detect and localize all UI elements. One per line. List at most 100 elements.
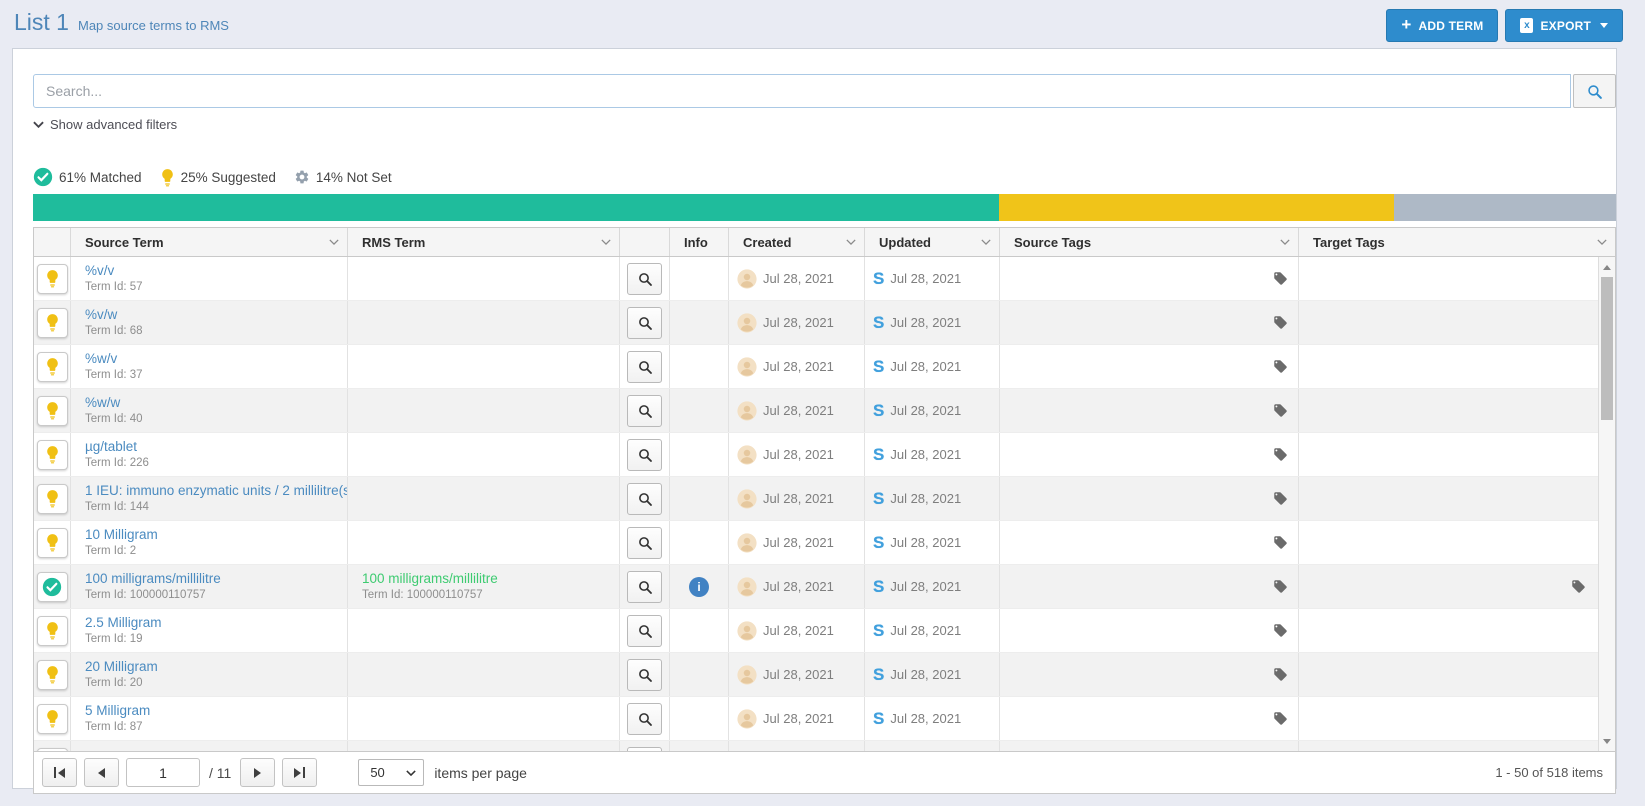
column-header-created[interactable]: Created [729, 228, 865, 256]
suggested-status-button[interactable] [37, 616, 68, 646]
first-page-button[interactable] [42, 758, 77, 787]
source-term-link[interactable]: µg/tablet [85, 440, 137, 455]
next-page-button[interactable] [240, 758, 275, 787]
tag-icon[interactable] [1273, 447, 1288, 462]
source-term-link[interactable]: 2.5 Milligram [85, 616, 162, 631]
source-term-id: Term Id: 19 [85, 634, 143, 646]
row-search-button[interactable] [627, 659, 662, 691]
tag-icon[interactable] [1273, 623, 1288, 638]
user-avatar-icon [737, 401, 757, 421]
column-header-label: Target Tags [1313, 235, 1385, 250]
page-number-input[interactable] [126, 758, 200, 787]
source-term-link[interactable]: 10 Milligram [85, 528, 158, 543]
tag-icon[interactable] [1273, 359, 1288, 374]
row-search-button[interactable] [627, 571, 662, 603]
suggested-status-button[interactable] [37, 352, 68, 382]
lightbulb-icon [45, 401, 60, 420]
advanced-filters-label: Show advanced filters [50, 117, 177, 132]
lightbulb-icon [45, 489, 60, 508]
row-search-button[interactable] [627, 527, 662, 559]
user-avatar-icon [737, 665, 757, 685]
search-icon [637, 447, 653, 463]
tag-icon[interactable] [1273, 491, 1288, 506]
column-header-target-tags[interactable]: Target Tags [1299, 228, 1615, 256]
row-search-button[interactable] [627, 747, 662, 752]
matched-status-button[interactable] [37, 572, 68, 602]
previous-page-button[interactable] [84, 758, 119, 787]
source-term-link[interactable]: 1 IEU: immuno enzymatic units / 2 millil… [85, 484, 348, 499]
tag-icon[interactable] [1273, 271, 1288, 286]
tag-icon[interactable] [1273, 403, 1288, 418]
row-search-button[interactable] [627, 263, 662, 295]
sort-chevron-icon [1597, 239, 1607, 245]
suggested-status-button[interactable] [37, 748, 68, 752]
advanced-filters-toggle[interactable]: Show advanced filters [33, 117, 177, 132]
row-search-button[interactable] [627, 307, 662, 339]
legend-label: 61% Matched [59, 170, 142, 185]
search-icon [637, 711, 653, 727]
tag-icon[interactable] [1273, 315, 1288, 330]
scrollbar-down-arrow[interactable] [1599, 733, 1615, 749]
info-icon[interactable]: i [689, 577, 709, 597]
suggested-status-button[interactable] [37, 396, 68, 426]
updated-date: Jul 28, 2021 [890, 403, 961, 418]
scrollbar-thumb[interactable] [1601, 277, 1613, 420]
suggested-status-button[interactable] [37, 528, 68, 558]
items-per-page-select[interactable]: 50 [358, 759, 424, 786]
check-circle-icon [42, 577, 62, 597]
row-search-button[interactable] [627, 615, 662, 647]
source-term-link[interactable]: %v/w [85, 308, 117, 323]
suggested-status-button[interactable] [37, 704, 68, 734]
column-header-updated[interactable]: Updated [865, 228, 1000, 256]
source-term-link[interactable]: 100 milligrams/millilitre [85, 572, 221, 587]
row-search-button[interactable] [627, 483, 662, 515]
export-button[interactable]: x EXPORT [1505, 9, 1623, 42]
table-row: %v/w Term Id: 68Jul 28, 2021SJul 28, 202… [34, 301, 1600, 345]
row-search-button[interactable] [627, 395, 662, 427]
lightbulb-icon [45, 709, 60, 728]
source-term-link[interactable]: 20 Milligram [85, 660, 158, 675]
search-button[interactable] [1573, 74, 1616, 108]
suggested-status-button[interactable] [37, 308, 68, 338]
check-circle-icon [33, 167, 53, 187]
add-term-button[interactable]: + ADD TERM [1386, 9, 1498, 42]
last-page-button[interactable] [282, 758, 317, 787]
row-search-button[interactable] [627, 439, 662, 471]
table-scrollbar[interactable] [1598, 257, 1615, 751]
source-term-link[interactable]: %w/w [85, 396, 120, 411]
column-header-rms-term[interactable]: RMS Term [348, 228, 620, 256]
row-search-button[interactable] [627, 703, 662, 735]
source-term-id: Term Id: 57 [85, 282, 143, 294]
main-panel: Show advanced filters 61% Matched25% Sug… [12, 48, 1617, 789]
source-term-link[interactable]: 5 Milligram [85, 704, 150, 719]
column-header-label: Source Tags [1014, 235, 1091, 250]
column-header-source-tags[interactable]: Source Tags [1000, 228, 1299, 256]
source-term-link[interactable]: %v/v [85, 264, 114, 279]
tag-icon[interactable] [1273, 535, 1288, 550]
terms-table: Source TermRMS TermInfoCreatedUpdatedSou… [33, 227, 1616, 794]
suggested-status-button[interactable] [37, 660, 68, 690]
tag-icon[interactable] [1571, 579, 1586, 594]
caret-down-icon [1600, 23, 1608, 28]
source-term-link[interactable]: %w/v [85, 352, 117, 367]
rms-term-link[interactable]: 100 milligrams/millilitre [362, 572, 498, 587]
tag-icon[interactable] [1273, 711, 1288, 726]
table-row: %w/w Term Id: 40Jul 28, 2021SJul 28, 202… [34, 389, 1600, 433]
search-icon [637, 403, 653, 419]
suggested-status-button[interactable] [37, 484, 68, 514]
suggested-status-button[interactable] [37, 264, 68, 294]
row-search-button[interactable] [627, 351, 662, 383]
scrollbar-up-arrow[interactable] [1599, 259, 1615, 275]
sync-icon: S [873, 446, 884, 463]
created-date: Jul 28, 2021 [763, 315, 834, 330]
tag-icon[interactable] [1273, 579, 1288, 594]
suggested-status-button[interactable] [37, 440, 68, 470]
column-header-blank-3 [620, 228, 670, 256]
user-avatar-icon [737, 313, 757, 333]
sort-chevron-icon [1280, 239, 1290, 245]
tag-icon[interactable] [1273, 667, 1288, 682]
created-date: Jul 28, 2021 [763, 667, 834, 682]
sync-icon: S [873, 314, 884, 331]
search-input[interactable] [33, 74, 1571, 108]
column-header-source-term[interactable]: Source Term [71, 228, 348, 256]
